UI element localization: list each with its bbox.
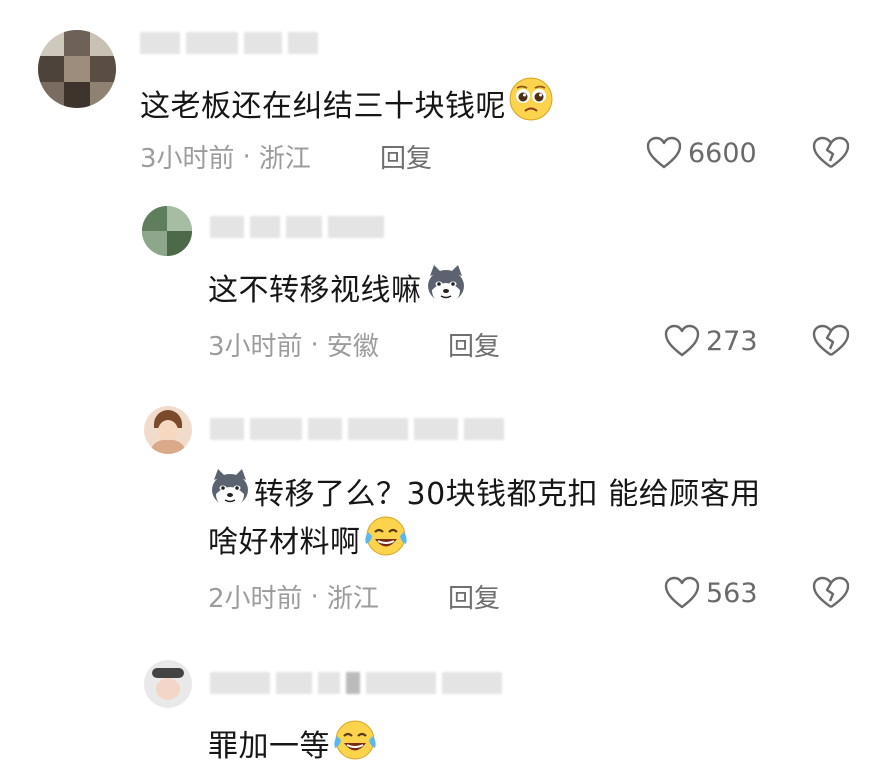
location: 安徽	[326, 332, 379, 362]
broken-heart-icon	[812, 324, 850, 356]
reply-button[interactable]: 回复	[448, 326, 500, 363]
location: 浙江	[326, 584, 379, 614]
reply-button[interactable]: 回复	[448, 578, 500, 615]
heart-icon	[664, 324, 700, 357]
crying-laughing-face-icon	[363, 514, 409, 572]
reply-button[interactable]: 回复	[380, 138, 432, 175]
heart-icon	[646, 136, 682, 169]
meta-separator: ·	[242, 141, 251, 172]
comment-text-line-2: 啥好材料啊	[208, 514, 409, 572]
comment-meta: 3小时前 · 安徽	[208, 326, 379, 363]
like-button[interactable]: 563	[664, 576, 758, 610]
broken-heart-icon	[812, 136, 850, 168]
username-blurred[interactable]	[210, 418, 510, 440]
like-count: 273	[706, 325, 758, 357]
pleading-face-icon	[508, 76, 554, 136]
crying-laughing-face-icon	[332, 718, 378, 776]
comment-meta: 2小时前 · 浙江	[208, 578, 379, 615]
meta-separator: ·	[310, 329, 319, 360]
timestamp: 2小时前	[208, 584, 303, 614]
avatar[interactable]	[38, 30, 116, 108]
like-button[interactable]: 273	[664, 324, 758, 358]
broken-heart-icon	[812, 576, 850, 608]
heart-icon	[664, 576, 700, 609]
like-button[interactable]: 6600	[646, 136, 757, 170]
meta-separator: ·	[310, 581, 319, 612]
comment-meta: 3小时前 · 浙江	[140, 138, 311, 175]
husky-face-icon	[424, 262, 468, 320]
timestamp: 3小时前	[208, 332, 303, 362]
comment-text: 罪加一等	[208, 718, 378, 776]
dislike-button[interactable]	[812, 576, 850, 614]
avatar[interactable]	[142, 206, 192, 256]
location: 浙江	[258, 144, 311, 174]
like-count: 6600	[688, 137, 757, 169]
avatar[interactable]	[144, 660, 192, 708]
dislike-button[interactable]	[812, 136, 850, 174]
username-blurred[interactable]	[210, 672, 508, 694]
comment-text: 这老板还在纠结三十块钱呢	[140, 76, 554, 136]
timestamp: 3小时前	[140, 144, 235, 174]
comment-text: 这不转移视线嘛	[208, 262, 468, 320]
username-blurred[interactable]	[210, 216, 390, 238]
avatar[interactable]	[144, 406, 192, 454]
username-blurred[interactable]	[140, 32, 324, 54]
dislike-button[interactable]	[812, 324, 850, 362]
like-count: 563	[706, 577, 758, 609]
